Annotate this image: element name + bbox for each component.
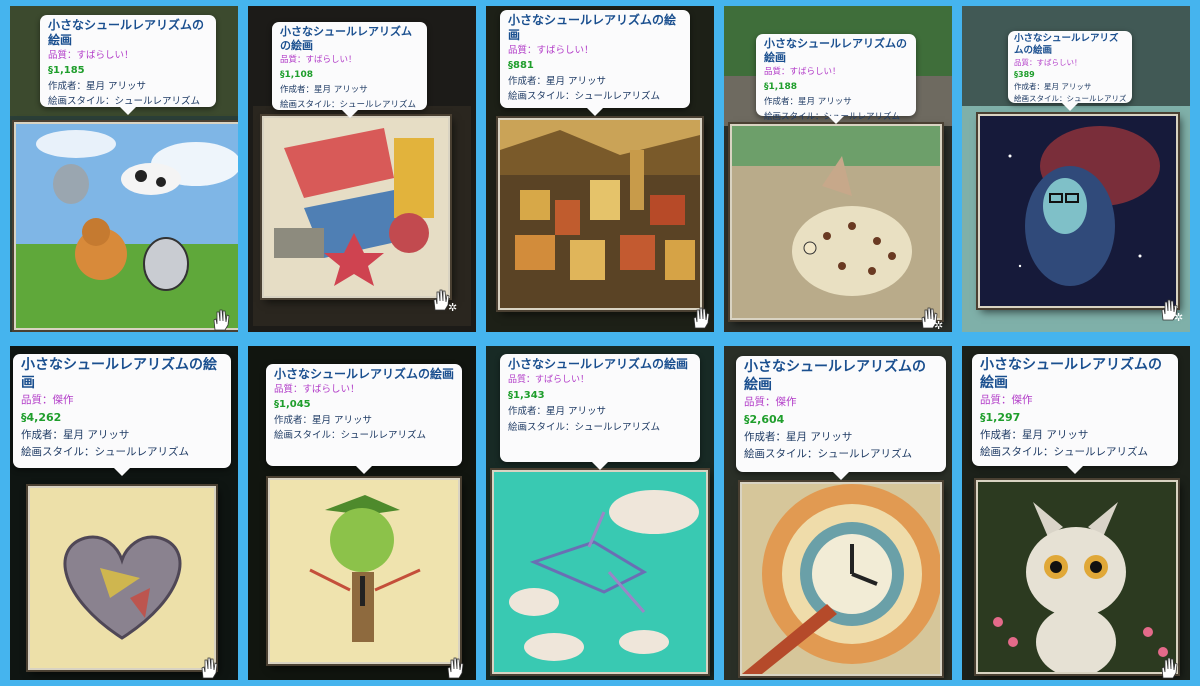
painting-card-3[interactable]: 小さなシュールレアリズムの絵画 品質：すばらしい！ §881 作成者：星月 アリ… <box>486 6 714 332</box>
painting-image-clock <box>742 484 940 674</box>
painting-card-6[interactable]: 小さなシュールレアリズムの絵画 品質：傑作 §4,262 作成者：星月 アリッサ… <box>10 346 238 680</box>
style-label: 絵画スタイル：シュールレアリズム <box>980 446 1148 458</box>
artist-label: 作成者：星月 アリッサ <box>744 431 853 443</box>
painting-canvas-6[interactable] <box>28 486 216 670</box>
quality-label: 品質：すばらしい！ <box>1014 57 1082 67</box>
artist-label: 作成者：星月 アリッサ <box>508 406 607 417</box>
style-label: 絵画スタイル：シュールレアリズム <box>280 99 417 110</box>
painting-card-9[interactable]: 小さなシュールレアリズムの絵画 品質：傑作 §2,604 作成者：星月 アリッサ… <box>724 346 952 680</box>
painting-canvas-8[interactable] <box>492 470 708 674</box>
price-label: §1,045 <box>274 399 311 410</box>
style-label: 絵画スタイル：シュールレアリズム <box>274 430 427 441</box>
painting-canvas-7[interactable] <box>268 478 460 664</box>
price-label: §1,297 <box>980 411 1021 424</box>
artist-label: 作成者：星月 アリッサ <box>274 415 373 426</box>
painting-title: 小さなシュールレアリズムの絵画 <box>508 357 689 371</box>
painting-title: 小さなシュールレアリズムの絵画 <box>508 13 677 42</box>
style-label: 絵画スタイル：シュールレアリズム <box>508 91 661 102</box>
painting-tooltip: 小さなシュールレアリズムの絵画 品質：すばらしい！ §1,343 作成者：星月 … <box>500 354 700 470</box>
artist-label: 作成者：星月 アリッサ <box>980 429 1089 441</box>
quality-label: 品質：すばらしい！ <box>508 45 594 56</box>
gear-icon: ✲ <box>934 319 944 332</box>
painting-card-4[interactable]: 小さなシュールレアリズムの絵画 品質：すばらしい！ §1,188 作成者：星月 … <box>724 6 952 332</box>
style-label: 絵画スタイル：シュールレアリズム <box>744 448 912 460</box>
hand-cursor-icon <box>201 657 218 679</box>
painting-tooltip: 小さなシュールレアリズムの絵画 品質：すばらしい！ §1,045 作成者：星月 … <box>266 364 462 474</box>
price-label: §881 <box>508 60 534 71</box>
painting-tooltip: 小さなシュールレアリズムの絵画 品質：傑作 §2,604 作成者：星月 アリッサ… <box>736 356 946 480</box>
painting-card-2[interactable]: 小さなシュールレアリズムの絵画 品質：すばらしい！ §1,108 作成者：星月 … <box>248 6 476 332</box>
painting-card-7[interactable]: 小さなシュールレアリズムの絵画 品質：すばらしい！ §1,045 作成者：星月 … <box>248 346 476 680</box>
painting-canvas-9[interactable] <box>740 482 942 676</box>
painting-canvas-2[interactable] <box>262 116 450 298</box>
artist-label: 作成者：星月 アリッサ <box>280 84 368 95</box>
quality-label: 品質：すばらしい！ <box>48 50 134 61</box>
painting-canvas-5[interactable] <box>978 114 1178 308</box>
quality-label: 品質：傑作 <box>980 394 1033 406</box>
painting-tooltip: 小さなシュールレアリズムの絵画 品質：すばらしい！ §389 作成者：星月 アリ… <box>1008 31 1132 111</box>
quality-label: 品質：傑作 <box>744 396 797 408</box>
quality-label: 品質：すばらしい！ <box>508 375 590 385</box>
quality-label: 品質：すばらしい！ <box>274 384 360 395</box>
gear-icon: ✲ <box>448 301 458 314</box>
painting-tooltip: 小さなシュールレアリズムの絵画 品質：すばらしい！ §881 作成者：星月 アリ… <box>500 10 690 116</box>
painting-image-galaxy-woman <box>980 116 1176 306</box>
painting-tooltip: 小さなシュールレアリズムの絵画 品質：すばらしい！ §1,188 作成者：星月 … <box>756 34 916 124</box>
painting-card-1[interactable]: 小さなシュールレアリズムの絵画 品質：すばらしい！ §1,185 作成者：星月 … <box>10 6 238 332</box>
painting-title: 小さなシュールレアリズムの絵画 <box>764 37 907 64</box>
painting-tooltip: 小さなシュールレアリズムの絵画 品質：すばらしい！ §1,108 作成者：星月 … <box>272 22 427 118</box>
painting-card-5[interactable]: 小さなシュールレアリズムの絵画 品質：すばらしい！ §389 作成者：星月 アリ… <box>962 6 1190 332</box>
painting-image-town <box>500 120 700 308</box>
artist-label: 作成者：星月 アリッサ <box>48 81 147 92</box>
painting-title: 小さなシュールレアリズムの絵画 <box>48 18 205 47</box>
price-label: §4,262 <box>21 411 62 424</box>
hand-cursor-icon <box>213 309 230 331</box>
style-label: 絵画スタイル：シュールレアリズム <box>508 422 661 433</box>
style-label: 絵画スタイル：シュールレアリズム <box>1014 93 1126 103</box>
gear-icon: ✲ <box>1174 311 1184 324</box>
price-label: §2,604 <box>744 413 785 426</box>
artist-label: 作成者：星月 アリッサ <box>764 96 852 107</box>
painting-image-flying-bird <box>494 472 706 672</box>
style-label: 絵画スタイル：シュールレアリズム <box>48 96 201 107</box>
painting-card-10[interactable]: 小さなシュールレアリズムの絵画 品質：傑作 §1,297 作成者：星月 アリッサ… <box>962 346 1190 680</box>
painting-title: 小さなシュールレアリズムの絵画 <box>274 367 454 381</box>
painting-image-green-head <box>270 480 458 662</box>
painting-card-8[interactable]: 小さなシュールレアリズムの絵画 品質：すばらしい！ §1,343 作成者：星月 … <box>486 346 714 680</box>
painting-title: 小さなシュールレアリズムの絵画 <box>1014 33 1119 56</box>
painting-title: 小さなシュールレアリズムの絵画 <box>744 359 926 393</box>
quality-label: 品質：すばらしい！ <box>764 66 841 77</box>
painting-image-heart <box>30 488 214 668</box>
artist-label: 作成者：星月 アリッサ <box>508 76 607 87</box>
hand-cursor-icon <box>693 307 710 329</box>
painting-image-abstract-shapes <box>264 118 448 296</box>
style-label: 絵画スタイル：シュールレアリズム <box>764 111 901 122</box>
painting-title: 小さなシュールレアリズムの絵画 <box>21 357 217 391</box>
painting-canvas-4[interactable] <box>730 124 942 320</box>
price-label: §1,343 <box>508 390 545 401</box>
price-label: §1,185 <box>48 65 85 76</box>
painting-canvas-1[interactable] <box>14 122 238 330</box>
painting-canvas-3[interactable] <box>498 118 702 310</box>
painting-tooltip: 小さなシュールレアリズムの絵画 品質：傑作 §1,297 作成者：星月 アリッサ… <box>972 354 1178 474</box>
quality-label: 品質：すばらしい！ <box>280 54 357 65</box>
painting-image-cow-cat-dog <box>16 124 238 328</box>
painting-image-pufferfish <box>732 126 940 318</box>
style-label: 絵画スタイル：シュールレアリズム <box>21 446 189 458</box>
hand-cursor-icon <box>1161 657 1178 679</box>
artist-label: 作成者：星月 アリッサ <box>1014 81 1092 91</box>
painting-tooltip: 小さなシュールレアリズムの絵画 品質：傑作 §4,262 作成者：星月 アリッサ… <box>13 354 231 476</box>
painting-title: 小さなシュールレアリズムの絵画 <box>980 357 1162 391</box>
artist-label: 作成者：星月 アリッサ <box>21 429 130 441</box>
painting-title: 小さなシュールレアリズムの絵画 <box>280 25 412 52</box>
price-label: §1,108 <box>280 69 313 80</box>
painting-canvas-10[interactable] <box>976 480 1178 674</box>
price-label: §389 <box>1014 69 1035 79</box>
quality-label: 品質：傑作 <box>21 394 74 406</box>
painting-image-white-cat <box>978 482 1176 672</box>
price-label: §1,188 <box>764 81 797 92</box>
hand-cursor-icon <box>447 657 464 679</box>
painting-tooltip: 小さなシュールレアリズムの絵画 品質：すばらしい！ §1,185 作成者：星月 … <box>40 15 216 115</box>
